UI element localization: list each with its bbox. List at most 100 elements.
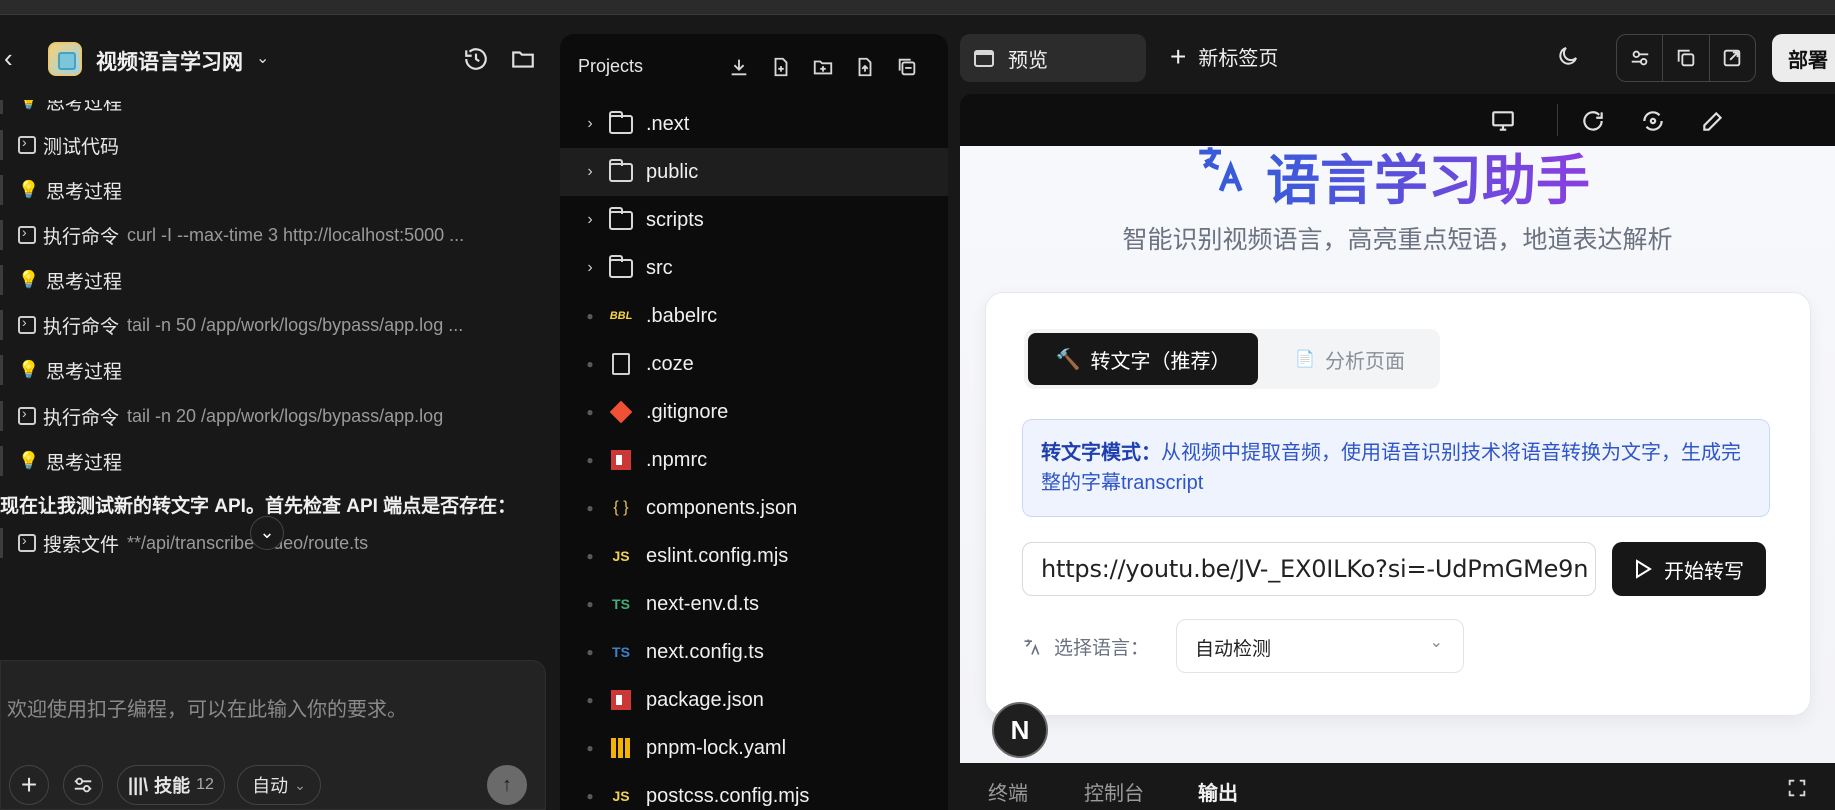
collapse-all-icon[interactable] — [896, 56, 918, 78]
terminal-icon — [18, 134, 36, 154]
terminal-icon — [18, 532, 36, 552]
prompt-input[interactable]: 欢迎使用扣子编程，可以在此输入你的要求。 — [7, 693, 407, 722]
start-transcribe-button[interactable]: 开始转写 — [1612, 542, 1766, 596]
chevron-down-icon: ⌄ — [1429, 634, 1443, 651]
tab-output[interactable]: 输出 — [1198, 777, 1238, 806]
message-item[interactable]: 执行命令 curl -I --max-time 3 http://localho… — [18, 220, 464, 250]
thread-bar — [0, 401, 3, 431]
tree-item-label: postcss.config.mjs — [646, 784, 810, 807]
app-logo — [48, 42, 82, 76]
chevron-right-icon: › — [587, 115, 593, 132]
hammer-icon: 🔨 — [1055, 348, 1081, 371]
skills-button[interactable]: |||\ 技能 12 — [117, 765, 225, 805]
expand-icon[interactable] — [1786, 777, 1808, 799]
skills-label: 技能 — [154, 776, 191, 796]
next-dev-badge[interactable]: N — [992, 702, 1048, 758]
tree-item-label: .gitignore — [646, 400, 729, 423]
tab-preview[interactable]: 预览 — [960, 34, 1146, 82]
message-item[interactable]: 💡 思考过程 — [18, 355, 122, 385]
tree-row[interactable]: › public — [560, 148, 948, 196]
lightbulb-icon: 💡 — [18, 270, 40, 289]
download-icon[interactable] — [728, 56, 750, 78]
message-item[interactable]: 💡 思考过程 — [18, 265, 122, 295]
tree-row[interactable]: ● { } components.json — [560, 484, 948, 532]
tab-terminal[interactable]: 终端 — [988, 777, 1028, 806]
tree-header: Projects — [560, 34, 948, 100]
thread-bar — [0, 265, 3, 295]
device-preview-icon[interactable] — [1490, 108, 1516, 134]
restart-icon[interactable] — [1640, 108, 1666, 134]
send-button[interactable]: ↑ — [487, 765, 527, 805]
new-tab-button[interactable]: + 新标签页 — [1170, 42, 1278, 71]
tree-row[interactable]: ● package.json — [560, 676, 948, 724]
tree-row[interactable]: ● .coze — [560, 340, 948, 388]
message-list: 💡 思考过程 测试代码 💡 思考过程 执行命令 curl -I --max-ti… — [0, 100, 556, 660]
app-title[interactable]: 视频语言学习网 — [96, 46, 243, 76]
moon-icon[interactable] — [1556, 44, 1580, 68]
tree-row[interactable]: ● .gitignore — [560, 388, 948, 436]
message-item[interactable]: 💡 思考过程 — [18, 175, 122, 205]
settings-toggle-button[interactable] — [1617, 35, 1664, 81]
tab-analyze-label: 分析页面 — [1324, 350, 1405, 373]
translate-icon — [1199, 147, 1243, 192]
upload-icon[interactable] — [854, 56, 876, 78]
history-icon[interactable] — [463, 46, 489, 72]
main-card: 🔨 转文字（推荐） 📄 分析页面 转文字模式：从视频中提取音频，使用语音识别技术… — [985, 292, 1811, 716]
tree-row[interactable]: › src — [560, 244, 948, 292]
tree-row[interactable]: ● JS postcss.config.mjs — [560, 772, 948, 810]
tree-row[interactable]: ● pnpm-lock.yaml — [560, 724, 948, 772]
new-file-icon[interactable] — [770, 56, 792, 78]
edit-icon[interactable] — [1700, 108, 1726, 134]
tree-item-label: .npmrc — [646, 448, 708, 471]
folder-icon[interactable] — [510, 46, 536, 72]
thread-bar — [0, 446, 3, 476]
message-label: 执行命令 — [43, 316, 120, 338]
library-icon: |||\ — [128, 774, 149, 795]
thread-bar — [0, 130, 3, 160]
new-folder-icon[interactable] — [812, 56, 834, 78]
add-button[interactable]: + — [9, 765, 49, 805]
message-item[interactable]: 测试代码 — [18, 130, 119, 160]
page-title: 语言学习助手 — [1266, 146, 1590, 215]
language-label: 选择语言： — [1022, 633, 1149, 660]
chevron-right-icon: › — [587, 163, 593, 180]
folder-icon — [608, 110, 634, 136]
tree-row[interactable]: ● TS next-env.d.ts — [560, 580, 948, 628]
chevron-right-icon: › — [587, 211, 593, 228]
lock-file-icon — [608, 736, 634, 760]
copy-icon — [1677, 49, 1695, 67]
tab-console[interactable]: 控制台 — [1084, 777, 1144, 806]
message-label: 测试代码 — [43, 136, 120, 158]
tab-analyze[interactable]: 📄 分析页面 — [1264, 333, 1436, 385]
back-chevron-icon[interactable]: ‹ — [4, 45, 20, 71]
language-select[interactable]: 自动检测 ⌄ — [1176, 619, 1464, 673]
tree-row[interactable]: ● BBL .babelrc — [560, 292, 948, 340]
message-item[interactable]: 💡 思考过程 — [18, 100, 122, 116]
open-external-button[interactable] — [1710, 35, 1755, 81]
file-icon — [608, 352, 634, 376]
settings-sliders-button[interactable] — [63, 765, 103, 805]
tree-row[interactable]: ● JS eslint.config.mjs — [560, 532, 948, 580]
scroll-down-button[interactable]: ⌄ — [250, 516, 284, 550]
message-item[interactable]: 执行命令 tail -n 20 /app/work/logs/bypass/ap… — [18, 401, 443, 431]
terminal-icon — [18, 224, 36, 244]
tab-transcribe[interactable]: 🔨 转文字（推荐） — [1028, 333, 1258, 385]
mode-select[interactable]: 自动 ⌄ — [237, 765, 321, 805]
chevron-down-icon[interactable]: ⌄ — [256, 48, 269, 68]
tree-row[interactable]: › scripts — [560, 196, 948, 244]
deploy-button[interactable]: 部署 — [1772, 34, 1835, 82]
lightbulb-icon: 💡 — [18, 360, 40, 379]
message-item[interactable]: 搜索文件 **/api/transcribe-video/route.ts — [18, 528, 368, 558]
message-item[interactable]: 💡 思考过程 — [18, 446, 122, 476]
thread-bar — [0, 310, 3, 340]
preview-pane: 预览 + 新标签页 部署 语言学习助手 智能识别视频语言，高亮重点短语，地道表达… — [952, 16, 1835, 810]
tree-row[interactable]: ● .npmrc — [560, 436, 948, 484]
message-item[interactable]: 执行命令 tail -n 50 /app/work/logs/bypass/ap… — [18, 310, 463, 340]
mode-info-box: 转文字模式：从视频中提取音频，使用语音识别技术将语音转换为文字，生成完整的字幕t… — [1022, 419, 1770, 517]
tree-row[interactable]: ● TS next.config.ts — [560, 628, 948, 676]
video-url-input[interactable]: https://youtu.be/JV-_EX0ILKo?si=-UdPmGMe… — [1022, 542, 1596, 596]
copy-button[interactable] — [1663, 35, 1710, 81]
refresh-icon[interactable] — [1580, 108, 1606, 134]
tree-row[interactable]: › .next — [560, 100, 948, 148]
bottom-panel-tabs: 终端 控制台 输出 — [960, 763, 1835, 810]
